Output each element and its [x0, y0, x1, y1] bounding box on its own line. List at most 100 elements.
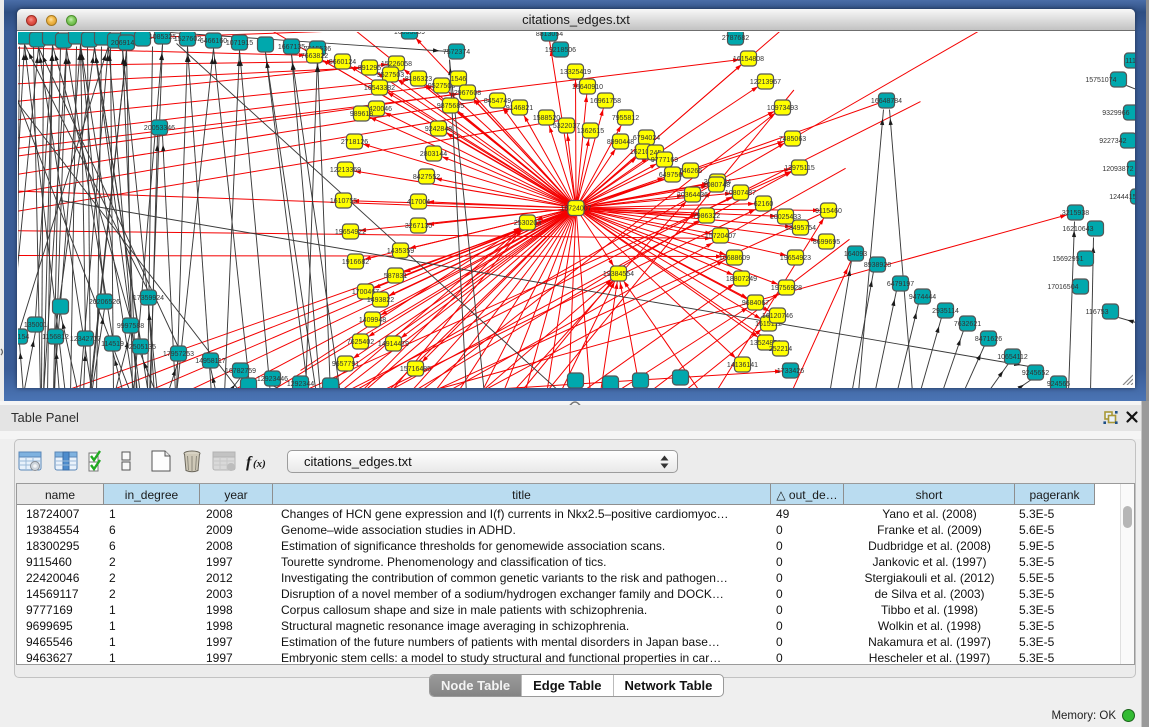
svg-text:16648784: 16648784: [870, 98, 901, 105]
svg-text:9997588: 9997588: [116, 323, 143, 330]
svg-text:2530203: 2530203: [513, 220, 540, 227]
svg-text:16154808: 16154808: [732, 56, 763, 63]
svg-text:9527503: 9527503: [376, 72, 403, 79]
svg-text:8186323: 8186323: [404, 76, 431, 83]
svg-text:20053346: 20053346: [143, 125, 174, 132]
svg-text:9329966: 9329966: [1102, 110, 1129, 117]
svg-text:17016504: 17016504: [1047, 284, 1078, 291]
svg-text:18724007: 18724007: [560, 205, 591, 212]
svg-text:19654923: 19654923: [779, 255, 810, 262]
svg-text:1085325: 1085325: [148, 34, 175, 41]
svg-text:7632621: 7632621: [953, 321, 980, 328]
svg-text:7485063: 7485063: [778, 136, 805, 143]
svg-text:135001: 135001: [23, 322, 46, 329]
svg-text:1733426: 1733426: [776, 368, 803, 375]
svg-text:1292344: 1292344: [286, 381, 313, 388]
svg-text:6466160: 6466160: [199, 38, 226, 45]
svg-text:13325419: 13325419: [559, 69, 590, 76]
svg-text:9777169: 9777169: [650, 157, 677, 164]
svg-text:7955812: 7955812: [611, 115, 638, 122]
svg-text:1362615: 1362615: [576, 128, 603, 135]
svg-text:10688609: 10688609: [718, 255, 749, 262]
svg-text:12923446: 12923446: [256, 376, 287, 383]
svg-text:1080748: 1080748: [702, 182, 729, 189]
svg-text:8938928: 8938928: [863, 262, 890, 269]
svg-text:9245652: 9245652: [1021, 370, 1048, 377]
svg-text:19218506: 19218506: [544, 47, 575, 54]
svg-text:1588520: 1588520: [532, 115, 559, 122]
svg-text:9684067: 9684067: [741, 300, 768, 307]
svg-text:62160: 62160: [753, 201, 773, 208]
svg-text:13495754: 13495754: [784, 225, 815, 232]
svg-text:1916682: 1916682: [341, 259, 368, 266]
svg-text:(x): (x): [253, 458, 266, 470]
svg-text:1071915: 1071915: [225, 40, 252, 47]
svg-text:891295: 891295: [357, 65, 380, 72]
svg-text:12093872: 12093872: [1102, 166, 1133, 173]
svg-text:164093: 164093: [843, 251, 866, 258]
svg-text:12213967: 12213967: [749, 79, 780, 86]
svg-text:3215938: 3215938: [1061, 210, 1088, 217]
svg-text:14958117: 14958117: [195, 358, 226, 365]
svg-text:9657791: 9657791: [331, 361, 358, 368]
svg-text:7986322: 7986322: [692, 213, 719, 220]
svg-text:f: f: [246, 454, 253, 471]
svg-text:417004: 417004: [406, 199, 429, 206]
svg-text:9474444: 9474444: [908, 294, 935, 301]
svg-text:12975115: 12975115: [784, 165, 815, 172]
svg-text:746266: 746266: [678, 168, 701, 175]
svg-text:1435359: 1435359: [386, 248, 413, 255]
svg-text:116753: 116753: [1085, 309, 1108, 316]
svg-text:587831: 587831: [383, 273, 406, 280]
svg-text:19756928: 19756928: [770, 285, 801, 292]
svg-text:15720407: 15720407: [704, 233, 735, 240]
svg-text:2787682: 2787682: [721, 35, 748, 42]
svg-text:15751074: 15751074: [1085, 77, 1116, 84]
svg-text:3267130: 3267130: [404, 223, 431, 230]
svg-text:18807249: 18807249: [725, 276, 756, 283]
svg-text:2803144: 2803144: [419, 151, 446, 158]
svg-text:15692951: 15692951: [1052, 256, 1083, 263]
svg-text:8660124: 8660124: [328, 59, 355, 66]
svg-text:16210643: 16210643: [1062, 226, 1093, 233]
svg-text:9242848: 9242848: [424, 126, 451, 133]
svg-text:19654922: 19654922: [334, 229, 365, 236]
svg-text:12505135: 12505135: [124, 344, 155, 351]
svg-text:1667135: 1667135: [277, 44, 304, 51]
svg-text:1493822: 1493822: [366, 297, 393, 304]
svg-text:1610755: 1610755: [329, 198, 356, 205]
svg-text:10654112: 10654112: [997, 354, 1028, 361]
svg-text:12213369: 12213369: [329, 167, 360, 174]
svg-text:16543382: 16543382: [363, 85, 394, 92]
svg-text:8427552: 8427552: [412, 174, 439, 181]
svg-text:252214: 252214: [768, 346, 791, 353]
svg-text:989618: 989618: [349, 111, 372, 118]
svg-text:10973493: 10973493: [766, 105, 797, 112]
svg-text:7663822: 7663822: [300, 53, 327, 60]
svg-text:16640910: 16640910: [571, 84, 602, 91]
svg-text:8990448: 8990448: [606, 139, 633, 146]
svg-text:20364436: 20364436: [676, 192, 707, 199]
svg-text:12342717: 12342717: [69, 336, 100, 343]
svg-text:2967608: 2967608: [453, 90, 480, 97]
svg-text:8471626: 8471626: [974, 336, 1001, 343]
svg-text:20206526: 20206526: [88, 299, 119, 306]
svg-text:1409948: 1409948: [358, 317, 385, 324]
svg-text:7572374: 7572374: [442, 49, 469, 56]
svg-text:7625402: 7625402: [346, 339, 373, 346]
svg-text:1156812: 1156812: [42, 334, 69, 341]
svg-text:9875685: 9875685: [436, 103, 463, 110]
svg-text:1546: 1546: [450, 76, 466, 83]
svg-text:9227342: 9227342: [1099, 138, 1126, 145]
svg-text:16033809: 16033809: [393, 32, 424, 36]
svg-text:10807487: 10807487: [724, 190, 755, 197]
svg-text:9146821: 9146821: [505, 105, 532, 112]
svg-text:19384554: 19384554: [602, 271, 633, 278]
svg-text:39154: 39154: [18, 334, 29, 341]
svg-text:6794024: 6794024: [632, 135, 659, 142]
svg-text:924565: 924565: [1046, 381, 1069, 388]
svg-text:1112: 1112: [1125, 58, 1135, 65]
svg-text:14914479: 14914479: [377, 341, 408, 348]
svg-text:15716485: 15716485: [399, 366, 430, 373]
svg-text:9115460: 9115460: [815, 208, 842, 215]
